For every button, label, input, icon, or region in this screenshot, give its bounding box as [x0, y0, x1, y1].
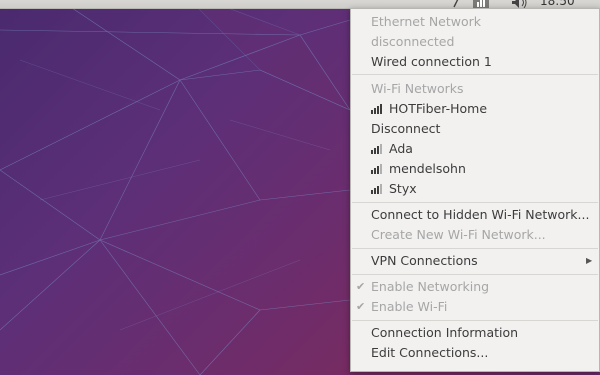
enable-wifi-item[interactable]: Enable Wi-Fi: [371, 297, 447, 317]
wifi-network-item[interactable]: mendelsohn: [371, 159, 466, 179]
connect-hidden-wifi-item[interactable]: Connect to Hidden Wi-Fi Network...: [371, 205, 589, 225]
wifi-network-label: Ada: [389, 141, 413, 156]
wifi-signal-icon: [371, 144, 382, 154]
disconnect-item[interactable]: Disconnect: [371, 119, 440, 139]
wifi-network-label: HOTFiber-Home: [389, 101, 488, 116]
vpn-connections-label: VPN Connections: [371, 253, 478, 268]
volume-icon[interactable]: [510, 0, 530, 8]
enable-networking-item[interactable]: Enable Networking: [371, 277, 489, 297]
separator: [352, 74, 598, 75]
wifi-network-label: Styx: [389, 181, 417, 196]
wifi-network-connected[interactable]: HOTFiber-Home: [371, 99, 487, 119]
ethernet-network-header: Ethernet Network: [371, 14, 482, 29]
clock[interactable]: 18:50: [540, 0, 575, 8]
separator: [352, 248, 598, 249]
edit-connections-item[interactable]: Edit Connections...: [371, 343, 488, 363]
wifi-network-label: mendelsohn: [389, 161, 466, 176]
wifi-signal-icon: [371, 184, 382, 194]
wifi-signal-icon: [371, 164, 382, 174]
wifi-network-item[interactable]: Styx: [371, 179, 417, 199]
wired-connection-item[interactable]: Wired connection 1: [371, 52, 492, 72]
network-icon[interactable]: [473, 0, 489, 8]
network-menu: Ethernet Network disconnected Wired conn…: [350, 8, 600, 372]
ethernet-status: disconnected: [371, 34, 455, 49]
checkmark-icon: ✔: [356, 280, 366, 293]
separator: [352, 274, 598, 275]
connection-information-item[interactable]: Connection Information: [371, 323, 518, 343]
wifi-networks-header: Wi-Fi Networks: [371, 81, 464, 96]
keyboard-icon[interactable]: [452, 0, 462, 8]
separator: [352, 202, 598, 203]
submenu-arrow-icon: ▶: [586, 256, 593, 265]
wifi-signal-icon: [371, 104, 382, 114]
vpn-connections-item[interactable]: VPN Connections: [371, 251, 599, 271]
wifi-network-item[interactable]: Ada: [371, 139, 413, 159]
checkmark-icon: ✔: [356, 300, 366, 313]
separator: [352, 320, 598, 321]
create-new-wifi-item: Create New Wi-Fi Network...: [371, 227, 546, 242]
